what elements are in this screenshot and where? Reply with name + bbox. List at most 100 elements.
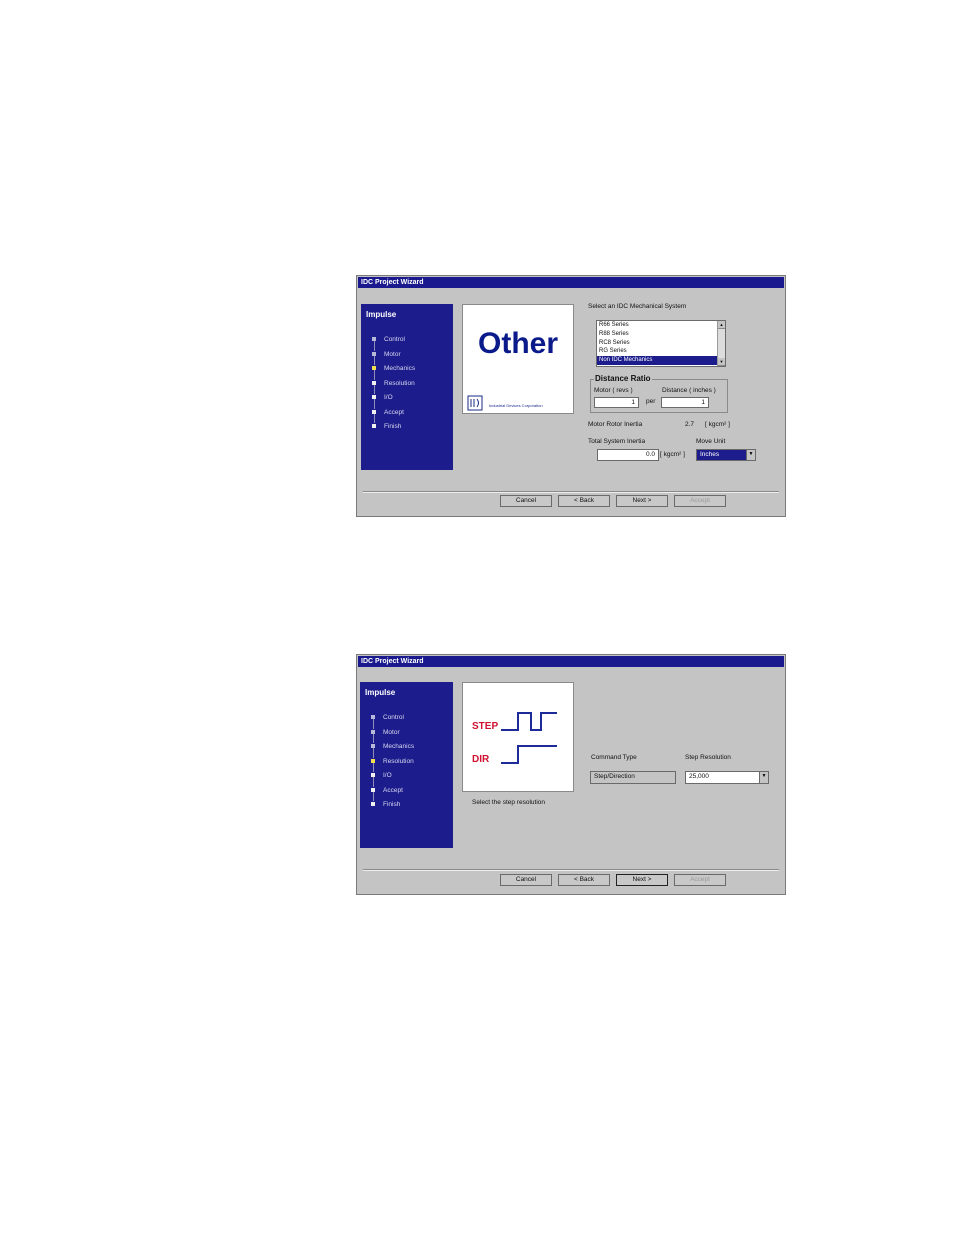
step-connector — [373, 370, 375, 380]
motor-revs-input[interactable]: 1 — [594, 397, 639, 408]
step-item-mechanics: Mechanics — [372, 365, 452, 380]
rotor-inertia-value: 2.7 — [685, 421, 695, 428]
accept-button[interactable]: Accept — [674, 495, 726, 507]
list-item[interactable]: R66 Series — [597, 321, 725, 330]
step-connector — [373, 341, 375, 351]
step-sidebar: Impulse Control Motor Mechanics Resoluti… — [360, 682, 453, 848]
step-dir-image: STEP DIR — [462, 682, 574, 792]
list-scrollbar[interactable]: ▲ ▼ — [717, 321, 725, 366]
window-title: IDC Project Wizard — [358, 656, 784, 667]
step-connector — [373, 399, 375, 409]
step-marker-icon — [371, 802, 375, 806]
step-connector — [372, 719, 374, 729]
idc-logo-icon — [467, 395, 483, 411]
step-label: Mechanics — [384, 365, 416, 372]
step-label: Resolution — [384, 379, 415, 387]
step-marker-icon — [372, 424, 376, 428]
step-list: Control Motor Mechanics Resolution I/O A… — [372, 336, 452, 438]
total-inertia-unit: [ kgcm² ] — [660, 451, 685, 458]
select-system-label: Select an IDC Mechanical System — [588, 303, 687, 310]
step-label: Motor — [384, 350, 401, 358]
list-item[interactable]: R88 Series — [597, 330, 725, 339]
step-item-control: Control — [372, 336, 452, 351]
other-title: Other — [478, 327, 559, 360]
step-item-accept: Accept — [372, 408, 452, 423]
step-item-resolution: Resolution — [371, 757, 451, 772]
step-label: Accept — [384, 408, 404, 416]
next-button[interactable]: Next > — [616, 874, 668, 886]
distance-ratio-title: Distance Ratio — [594, 374, 652, 383]
list-item-selected[interactable]: Non IDC Mechanics — [597, 356, 725, 365]
step-connector — [372, 762, 374, 772]
step-connector — [372, 777, 374, 787]
step-item-resolution: Resolution — [372, 379, 452, 394]
step-sidebar: Impulse Control Motor Mechanics Resoluti… — [361, 304, 453, 470]
list-item[interactable]: RC8 Series — [597, 339, 725, 348]
total-inertia-input[interactable]: 0.0 — [597, 449, 659, 461]
logo-caption: Industrial Devices Corporation — [489, 403, 543, 408]
step-label: Resolution — [383, 757, 414, 765]
scroll-down-icon[interactable]: ▼ — [718, 358, 725, 366]
step-item-finish: Finish — [372, 423, 452, 438]
step-label: Control — [383, 714, 404, 721]
back-button[interactable]: < Back — [558, 874, 610, 886]
window-title: IDC Project Wizard — [358, 277, 784, 288]
wizard-window-resolution: IDC Project Wizard Impulse Control Motor… — [356, 654, 786, 895]
step-label: Control — [384, 336, 405, 343]
accept-button[interactable]: Accept — [674, 874, 726, 886]
step-resolution-select[interactable]: 25,000 ▼ — [685, 771, 769, 784]
cancel-button[interactable]: Cancel — [500, 874, 552, 886]
chevron-down-icon[interactable]: ▼ — [759, 772, 768, 783]
step-connector — [372, 791, 374, 801]
step-item-accept: Accept — [371, 786, 451, 801]
step-waveform-icon — [501, 712, 557, 731]
next-button[interactable]: Next > — [616, 495, 668, 507]
mechanical-system-list[interactable]: R66 Series R88 Series RC8 Series RG Seri… — [596, 320, 726, 367]
step-connector — [373, 355, 375, 365]
step-connector — [373, 384, 375, 394]
mechanics-image: Other Industrial Devices Corporation — [462, 304, 574, 414]
scroll-up-icon[interactable]: ▲ — [718, 321, 725, 329]
sidebar-title: Impulse — [365, 688, 396, 697]
step-label: I/O — [384, 394, 393, 401]
step-label: I/O — [383, 772, 392, 779]
step-item-io: I/O — [371, 772, 451, 787]
step-item-motor: Motor — [371, 729, 451, 743]
motor-revs-label: Motor ( revs ) — [594, 387, 633, 394]
distance-inches-label: Distance ( inches ) — [662, 387, 716, 394]
step-label: Finish — [383, 801, 401, 808]
step-label: Finish — [384, 423, 402, 430]
button-separator — [363, 869, 779, 871]
step-item-control: Control — [371, 714, 451, 729]
step-item-motor: Motor — [372, 350, 452, 365]
step-connector — [373, 413, 375, 423]
move-unit-value: Inches — [700, 451, 720, 458]
step-connector — [372, 748, 374, 758]
step-signal-label: STEP — [472, 721, 499, 732]
cancel-button[interactable]: Cancel — [500, 495, 552, 507]
step-resolution-label: Step Resolution — [685, 754, 731, 761]
chevron-down-icon[interactable]: ▼ — [746, 450, 755, 460]
step-connector — [372, 733, 374, 743]
list-item[interactable]: RG Series — [597, 347, 725, 356]
dir-waveform-icon — [501, 745, 557, 764]
rotor-inertia-label: Motor Rotor Inertia — [588, 421, 643, 428]
move-unit-label: Move Unit — [696, 438, 726, 445]
rotor-inertia-unit: [ kgcm² ] — [705, 421, 730, 428]
step-list: Control Motor Mechanics Resolution I/O A… — [371, 714, 451, 816]
step-item-io: I/O — [372, 394, 452, 409]
command-type-label: Command Type — [591, 754, 637, 761]
step-item-finish: Finish — [371, 801, 451, 816]
per-label: per — [646, 398, 656, 405]
dir-signal-label: DIR — [472, 754, 490, 765]
distance-inches-input[interactable]: 1 — [661, 397, 709, 408]
step-label: Mechanics — [383, 743, 415, 750]
command-type-field: Step/Direction — [590, 771, 676, 784]
sidebar-title: Impulse — [366, 310, 397, 319]
back-button[interactable]: < Back — [558, 495, 610, 507]
step-resolution-hint: Select the step resolution — [472, 799, 545, 806]
step-label: Accept — [383, 786, 403, 794]
step-item-mechanics: Mechanics — [371, 743, 451, 758]
total-inertia-label: Total System Inertia — [588, 438, 646, 445]
move-unit-select[interactable]: Inches ▼ — [696, 449, 756, 461]
